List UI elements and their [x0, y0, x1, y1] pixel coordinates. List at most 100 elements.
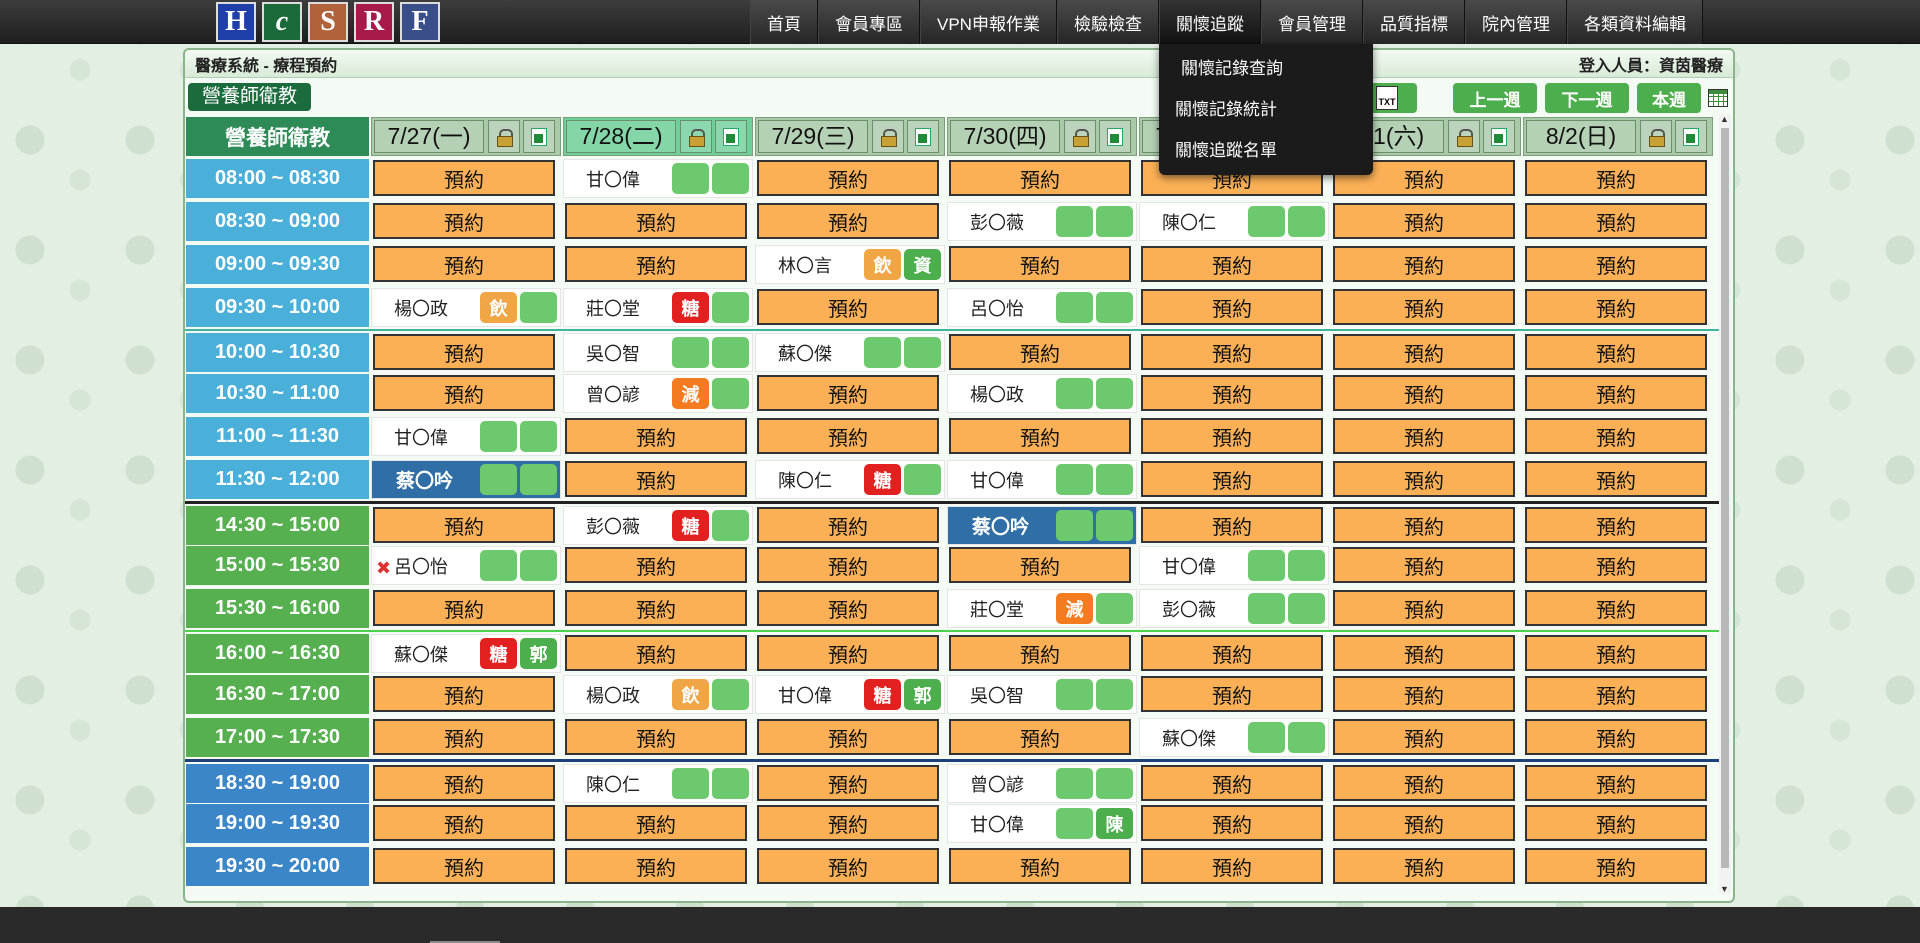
lock-button[interactable]: [680, 120, 712, 153]
status-badge[interactable]: [1056, 378, 1093, 409]
book-button[interactable]: 預約: [757, 635, 939, 671]
status-badge[interactable]: [1056, 808, 1093, 839]
book-button[interactable]: 預約: [1525, 160, 1707, 196]
book-button[interactable]: 預約: [373, 375, 555, 411]
scroll-down-icon[interactable]: ▼: [1720, 884, 1729, 894]
book-button[interactable]: 預約: [1333, 203, 1515, 239]
status-badge[interactable]: 飲: [864, 249, 901, 280]
status-badge[interactable]: 資: [904, 249, 941, 280]
book-button[interactable]: 預約: [565, 805, 747, 841]
prev-week-button[interactable]: 上一週: [1453, 83, 1537, 113]
book-button[interactable]: 預約: [949, 160, 1131, 196]
status-badge[interactable]: 郭: [904, 679, 941, 710]
book-button[interactable]: 預約: [757, 418, 939, 454]
book-button[interactable]: 預約: [1333, 848, 1515, 884]
book-button[interactable]: 預約: [565, 848, 747, 884]
book-button[interactable]: 預約: [1525, 635, 1707, 671]
status-badge[interactable]: [1096, 593, 1133, 624]
logo-c[interactable]: c: [262, 2, 302, 42]
book-button[interactable]: 預約: [1333, 507, 1515, 543]
book-button[interactable]: 預約: [1141, 418, 1323, 454]
book-button[interactable]: 預約: [1141, 461, 1323, 497]
book-button[interactable]: 預約: [949, 246, 1131, 282]
book-button[interactable]: 預約: [949, 719, 1131, 755]
book-button[interactable]: 預約: [565, 418, 747, 454]
book-button[interactable]: 預約: [1141, 246, 1323, 282]
status-badge[interactable]: [520, 464, 557, 495]
book-button[interactable]: 預約: [373, 848, 555, 884]
status-badge[interactable]: [520, 550, 557, 581]
book-button[interactable]: 預約: [565, 246, 747, 282]
excel-export-button[interactable]: [1675, 120, 1707, 153]
book-button[interactable]: 預約: [1333, 719, 1515, 755]
appointment[interactable]: 蔡〇吟: [947, 506, 1137, 545]
status-badge[interactable]: [1096, 378, 1133, 409]
logo-f[interactable]: F: [400, 2, 440, 42]
status-badge[interactable]: [712, 510, 749, 541]
status-badge[interactable]: [672, 768, 709, 799]
status-badge[interactable]: 減: [672, 378, 709, 409]
book-button[interactable]: 預約: [757, 507, 939, 543]
book-button[interactable]: 預約: [1525, 590, 1707, 626]
book-button[interactable]: 預約: [373, 334, 555, 370]
excel-export-button[interactable]: [907, 120, 939, 153]
status-badge[interactable]: [1096, 768, 1133, 799]
book-button[interactable]: 預約: [1525, 375, 1707, 411]
book-button[interactable]: 預約: [1525, 805, 1707, 841]
appointment[interactable]: 莊〇堂 糖: [563, 288, 753, 327]
appointment[interactable]: 甘〇偉: [947, 460, 1137, 499]
status-badge[interactable]: 飲: [480, 292, 517, 323]
status-badge[interactable]: [1248, 593, 1285, 624]
book-button[interactable]: 預約: [1333, 805, 1515, 841]
status-badge[interactable]: [712, 378, 749, 409]
status-badge[interactable]: [1288, 550, 1325, 581]
appointment[interactable]: 陳〇仁: [563, 764, 753, 803]
book-button[interactable]: 預約: [1333, 289, 1515, 325]
status-badge[interactable]: 糖: [672, 292, 709, 323]
status-badge[interactable]: [712, 679, 749, 710]
book-button[interactable]: 預約: [949, 334, 1131, 370]
status-badge[interactable]: [1096, 464, 1133, 495]
book-button[interactable]: 預約: [1525, 765, 1707, 801]
teacher-tag[interactable]: 營養師衛教: [188, 83, 312, 111]
book-button[interactable]: 預約: [1141, 805, 1323, 841]
appointment[interactable]: 甘〇偉 糖郭: [755, 675, 945, 714]
appointment[interactable]: 甘〇偉: [1139, 546, 1329, 585]
book-button[interactable]: 預約: [1141, 676, 1323, 712]
next-week-button[interactable]: 下一週: [1545, 83, 1629, 113]
book-button[interactable]: 預約: [1333, 765, 1515, 801]
lock-button[interactable]: [488, 120, 520, 153]
status-badge[interactable]: [712, 337, 749, 368]
excel-export-button[interactable]: [715, 120, 747, 153]
status-badge[interactable]: [864, 337, 901, 368]
dropdown-item-0[interactable]: 關懷記錄查詢: [1159, 48, 1373, 89]
book-button[interactable]: 預約: [373, 160, 555, 196]
book-button[interactable]: 預約: [757, 375, 939, 411]
book-button[interactable]: 預約: [757, 848, 939, 884]
book-button[interactable]: 預約: [373, 590, 555, 626]
day-label[interactable]: 7/27(一): [374, 120, 484, 153]
book-button[interactable]: 預約: [1525, 547, 1707, 583]
status-badge[interactable]: [1056, 679, 1093, 710]
status-badge[interactable]: [672, 337, 709, 368]
status-badge[interactable]: [712, 292, 749, 323]
appointment[interactable]: 吳〇智: [563, 333, 753, 372]
appointment[interactable]: 蘇〇傑: [1139, 718, 1329, 757]
nav-item-2[interactable]: VPN申報作業: [920, 0, 1057, 44]
book-button[interactable]: 預約: [1333, 590, 1515, 626]
status-badge[interactable]: [712, 768, 749, 799]
nav-item-0[interactable]: 首頁: [750, 0, 818, 44]
status-badge[interactable]: [1096, 679, 1133, 710]
book-button[interactable]: 預約: [1333, 334, 1515, 370]
book-button[interactable]: 預約: [565, 547, 747, 583]
book-button[interactable]: 預約: [373, 203, 555, 239]
appointment[interactable]: 楊〇政 飲: [371, 288, 561, 327]
book-button[interactable]: 預約: [1141, 375, 1323, 411]
book-button[interactable]: 預約: [1525, 289, 1707, 325]
appointment[interactable]: 楊〇政 飲: [563, 675, 753, 714]
status-badge[interactable]: [1056, 510, 1093, 541]
dropdown-item-1[interactable]: 關懷記錄統計: [1159, 89, 1373, 130]
status-badge[interactable]: 減: [1056, 593, 1093, 624]
day-label[interactable]: 7/28(二): [566, 120, 676, 153]
book-button[interactable]: 預約: [757, 805, 939, 841]
